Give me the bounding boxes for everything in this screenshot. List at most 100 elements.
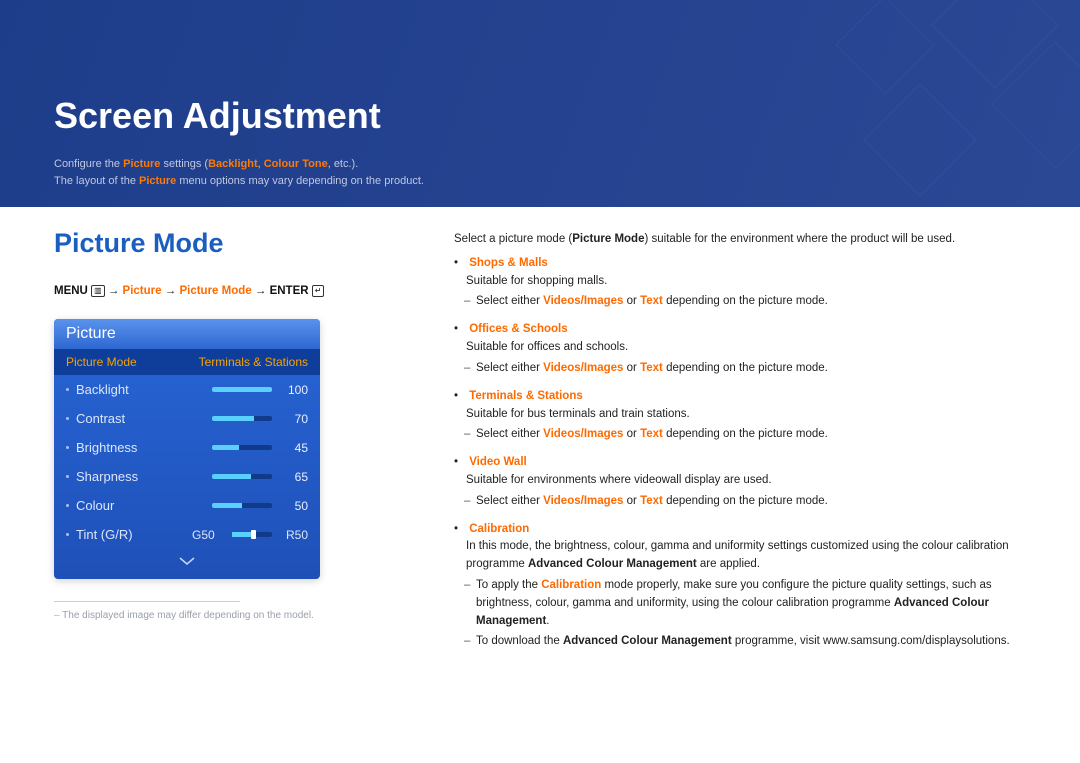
t: depending on the picture mode. bbox=[663, 495, 828, 507]
mode-videowall-name: Video Wall bbox=[469, 456, 527, 468]
mode-list: Shops & Malls Suitable for shopping mall… bbox=[454, 255, 1034, 651]
footnote-divider bbox=[54, 601, 240, 602]
osd-row-label: Brightness bbox=[76, 440, 212, 455]
mode-shops-name: Shops & Malls bbox=[469, 257, 548, 269]
osd-tint-g: G50 bbox=[192, 528, 226, 542]
t: depending on the picture mode. bbox=[663, 428, 828, 440]
t: Text bbox=[640, 428, 663, 440]
t: or bbox=[623, 295, 640, 307]
nav-arrow-2: → bbox=[165, 285, 177, 297]
osd-title: Picture bbox=[54, 319, 320, 349]
osd-row-value: 50 bbox=[280, 499, 308, 513]
osd-tint-row[interactable]: Tint (G/R) G50 R50 bbox=[54, 520, 320, 549]
osd-row-label: Colour bbox=[76, 498, 212, 513]
osd-row-value: 100 bbox=[280, 383, 308, 397]
osd-row-slider[interactable] bbox=[212, 445, 272, 450]
mode-terminals: Terminals & Stations Suitable for bus te… bbox=[454, 388, 1034, 444]
osd-row-slider[interactable] bbox=[212, 387, 272, 392]
t: Calibration bbox=[541, 579, 601, 591]
osd-row-label: Backlight bbox=[76, 382, 212, 397]
mode-terminals-sub: Select either Videos/Images or Text depe… bbox=[476, 426, 1034, 444]
osd-row-brightness[interactable]: Brightness45 bbox=[54, 433, 320, 462]
t: Videos/Images bbox=[543, 295, 623, 307]
rintro-b: ) suitable for the environment where the… bbox=[644, 233, 955, 245]
nav-arrow-1: → bbox=[108, 285, 120, 297]
t: Videos/Images bbox=[543, 362, 623, 374]
mode-shops-sub: Select either Videos/Images or Text depe… bbox=[476, 293, 1034, 311]
nav-step-picturemode: Picture Mode bbox=[179, 285, 251, 297]
osd-row-value: 70 bbox=[280, 412, 308, 426]
osd-row-contrast[interactable]: Contrast 70 bbox=[54, 404, 320, 433]
osd-row-colour[interactable]: Colour 50 bbox=[54, 491, 320, 520]
intro-line-1a: Configure the bbox=[54, 158, 123, 170]
t: are applied. bbox=[697, 558, 760, 570]
mode-shops-desc: Suitable for shopping malls. bbox=[466, 273, 1034, 291]
t: Advanced Colour Management bbox=[528, 558, 697, 570]
mode-calibration-name: Calibration bbox=[469, 523, 529, 535]
intro-line-2b: menu options may vary depending on the p… bbox=[176, 175, 424, 187]
t: . bbox=[546, 615, 549, 627]
osd-selected-label: Picture Mode bbox=[66, 355, 137, 369]
mode-terminals-desc: Suitable for bus terminals and train sta… bbox=[466, 406, 1034, 424]
rintro-hl: Picture Mode bbox=[572, 233, 644, 245]
t: To download the bbox=[476, 635, 563, 647]
mode-videowall-desc: Suitable for environments where videowal… bbox=[466, 472, 1034, 490]
t: programme, visit www.samsung.com/display… bbox=[732, 635, 1010, 647]
intro-line-2a: The layout of the bbox=[54, 175, 139, 187]
t: Text bbox=[640, 295, 663, 307]
page-title: Screen Adjustment bbox=[54, 95, 381, 137]
intro-line-1c: , etc.). bbox=[328, 158, 359, 170]
mode-videowall-sub: Select either Videos/Images or Text depe… bbox=[476, 493, 1034, 511]
t: Advanced Colour Management bbox=[563, 635, 732, 647]
menu-icon: ▥ bbox=[91, 285, 105, 297]
intro-hl-picture: Picture bbox=[123, 158, 160, 170]
osd-row-slider[interactable] bbox=[212, 503, 272, 508]
right-column: Select a picture mode (Picture Mode) sui… bbox=[454, 231, 1034, 651]
mode-offices-name: Offices & Schools bbox=[469, 323, 567, 335]
osd-row-sharpness[interactable]: Sharpness 65 bbox=[54, 462, 320, 491]
osd-tint-r: R50 bbox=[278, 528, 308, 542]
osd-row-backlight[interactable]: Backlight 100 bbox=[54, 375, 320, 404]
t: Select either bbox=[476, 362, 543, 374]
osd-row-label: Sharpness bbox=[76, 469, 212, 484]
osd-tint-slider[interactable] bbox=[232, 532, 272, 537]
osd-row-label: Contrast bbox=[76, 411, 212, 426]
left-column: Picture Mode MENU ▥ → Picture → Picture … bbox=[54, 228, 394, 621]
osd-row-slider[interactable] bbox=[212, 474, 272, 479]
nav-path: MENU ▥ → Picture → Picture Mode → ENTER … bbox=[54, 285, 394, 297]
t: depending on the picture mode. bbox=[663, 295, 828, 307]
osd-tint-label: Tint (G/R) bbox=[76, 527, 192, 542]
t: or bbox=[623, 428, 640, 440]
chevron-down-icon[interactable] bbox=[54, 549, 320, 579]
mode-calibration-sub1: To apply the Calibration mode properly, … bbox=[476, 577, 1034, 630]
mode-videowall: Video Wall Suitable for environments whe… bbox=[454, 454, 1034, 510]
mode-shops: Shops & Malls Suitable for shopping mall… bbox=[454, 255, 1034, 311]
mode-terminals-name: Terminals & Stations bbox=[469, 390, 583, 402]
nav-enter: ENTER bbox=[270, 285, 309, 297]
mode-calibration-desc: In this mode, the brightness, colour, ga… bbox=[466, 538, 1034, 574]
mode-offices: Offices & Schools Suitable for offices a… bbox=[454, 321, 1034, 377]
osd-row-slider[interactable] bbox=[212, 416, 272, 421]
osd-row-value: 65 bbox=[280, 470, 308, 484]
t: Text bbox=[640, 362, 663, 374]
right-intro: Select a picture mode (Picture Mode) sui… bbox=[454, 231, 1034, 249]
t: Text bbox=[640, 495, 663, 507]
section-title: Picture Mode bbox=[54, 228, 394, 259]
intro-text: Configure the Picture settings (Backligh… bbox=[54, 156, 424, 189]
t: or bbox=[623, 495, 640, 507]
t: Select either bbox=[476, 428, 543, 440]
intro-hl-backlight: Backlight bbox=[208, 158, 258, 170]
intro-hl-colourtone: Colour Tone bbox=[264, 158, 328, 170]
t: Select either bbox=[476, 495, 543, 507]
osd-selected-row[interactable]: Picture Mode Terminals & Stations bbox=[54, 349, 320, 375]
footnote: The displayed image may differ depending… bbox=[54, 610, 394, 621]
mode-offices-sub: Select either Videos/Images or Text depe… bbox=[476, 360, 1034, 378]
rintro-a: Select a picture mode ( bbox=[454, 233, 572, 245]
osd-panel: Picture Picture Mode Terminals & Station… bbox=[54, 319, 320, 579]
t: depending on the picture mode. bbox=[663, 362, 828, 374]
enter-icon: ↵ bbox=[312, 285, 325, 297]
t: Videos/Images bbox=[543, 495, 623, 507]
mode-calibration: Calibration In this mode, the brightness… bbox=[454, 521, 1034, 652]
mode-calibration-sub2: To download the Advanced Colour Manageme… bbox=[476, 633, 1034, 651]
nav-step-picture: Picture bbox=[123, 285, 162, 297]
